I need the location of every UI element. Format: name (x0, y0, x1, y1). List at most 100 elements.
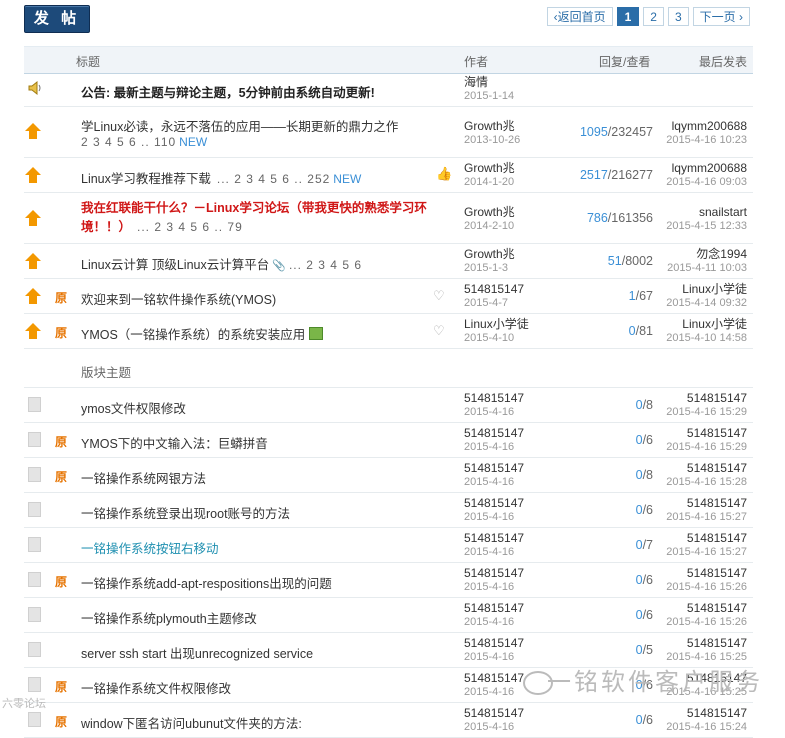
thread-title[interactable]: 一铭操作系统plymouth主题修改 (81, 608, 257, 627)
table-row[interactable]: 一铭操作系统登录出现root账号的方法 514815147 2015-4-16 0/6… (24, 493, 753, 528)
post-date: 2015-4-16 (464, 406, 515, 418)
back-home-button[interactable]: 返回首页 (546, 7, 613, 26)
page-links[interactable]: ... 2 3 4 5 6 (289, 258, 362, 272)
thread-title[interactable]: 一铭操作系统add-apt-respositions出现的问题 (81, 573, 332, 592)
table-row[interactable]: 一铭操作系统plymouth主题修改 514815147 2015-4-16 0/6 5… (24, 598, 753, 633)
last-post-date[interactable]: 2015-4-16 15:28 (666, 475, 747, 489)
last-post-date[interactable]: 2015-4-16 09:03 (666, 175, 747, 189)
author-name[interactable]: Growth兆 (464, 161, 515, 175)
last-post-user[interactable]: lqymm200688 (666, 161, 747, 175)
author-name[interactable]: Growth兆 (464, 247, 515, 261)
heart-icon[interactable]: ♡ (433, 323, 449, 338)
thread-title[interactable]: 欢迎来到一铭软件操作系统(YMOS) (81, 289, 276, 308)
table-row[interactable]: 我在红联能干什么？－Linux学习论坛（带我更快的熟悉学习环境！！）... 2 … (24, 193, 753, 244)
author-name[interactable]: 514815147 (464, 601, 524, 615)
table-row[interactable]: 学Linux必读，永远不落伍的应用——长期更新的鼎力之作 2 3 4 5 6 .… (24, 107, 753, 158)
last-post-user[interactable]: 勿念1994 (667, 247, 747, 261)
last-post-date[interactable]: 2015-4-16 15:27 (666, 510, 747, 524)
thread-title[interactable]: 学Linux必读，永远不落伍的应用——长期更新的鼎力之作 (81, 116, 398, 135)
thread-title[interactable]: ymos文件权限修改 (81, 398, 186, 417)
table-row[interactable]: 原 欢迎来到一铭软件操作系统(YMOS) ♡ 514815147 2015-4-… (24, 279, 753, 314)
page-links[interactable]: ... 2 3 4 5 6 .. 252 (217, 172, 330, 186)
last-post-date[interactable]: 2015-4-11 10:03 (667, 261, 747, 275)
last-post-user[interactable]: 514815147 (666, 496, 747, 510)
author-name[interactable]: Growth兆 (464, 205, 515, 219)
last-post-user[interactable]: 514815147 (666, 531, 747, 545)
thread-title[interactable]: 一铭操作系统文件权限修改 (81, 678, 231, 697)
author-name[interactable]: 514815147 (464, 671, 524, 685)
announcement-icon (27, 80, 43, 99)
header-title: 标题 (76, 55, 101, 69)
author-name[interactable]: 514815147 (464, 531, 524, 545)
thread-author: 海情 2015-1-14 (464, 75, 514, 103)
last-post-user[interactable]: Linux小学徒 (666, 282, 747, 296)
last-post-date[interactable]: 2015-4-16 15:29 (666, 405, 747, 419)
author-name[interactable]: Growth兆 (464, 119, 520, 133)
author-name[interactable]: 514815147 (464, 282, 524, 296)
post-button[interactable]: 发 帖 (24, 5, 90, 33)
thread-title[interactable]: server ssh start 出现unrecognized service (81, 643, 313, 662)
table-row[interactable]: 一铭操作系统按钮右移动 514815147 2015-4-16 0/7 51481514… (24, 528, 753, 563)
last-post-user[interactable]: Linux小学徒 (666, 317, 747, 331)
table-row[interactable]: 原一铭操作系统网银方法 514815147 2015-4-16 0/8 51481514… (24, 458, 753, 493)
table-row[interactable]: ymos文件权限修改 514815147 2015-4-16 0/8 514815147… (24, 388, 753, 423)
author-name[interactable]: 海情 (464, 75, 514, 89)
thread-author: 514815147 2015-4-16 (464, 566, 524, 594)
last-post-user[interactable]: 514815147 (666, 566, 747, 580)
author-name[interactable]: 514815147 (464, 636, 524, 650)
table-row[interactable]: 公告: 最新主题与辩论主题，5分钟前由系统自动更新! 海情 2015-1-14 (24, 72, 753, 107)
last-post-user[interactable]: 514815147 (666, 706, 747, 720)
last-post-date[interactable]: 2015-4-10 14:58 (666, 331, 747, 345)
author-name[interactable]: 514815147 (464, 496, 524, 510)
page-1-link[interactable]: 1 (616, 7, 640, 26)
thread-title-link[interactable]: Linux云计算 顶级Linux云计算平台 (81, 258, 269, 272)
thread-title[interactable]: 一铭操作系统按钮右移动 (81, 538, 219, 557)
table-row[interactable]: 原 YMOS（一铭操作系统）的系统安装应用 ♡ Linux小学徒 2015-4-… (24, 314, 753, 349)
page-3-link[interactable]: 3 (667, 7, 689, 26)
author-name[interactable]: 514815147 (464, 566, 524, 580)
last-post-date[interactable]: 2015-4-14 09:32 (666, 296, 747, 310)
last-post: 514815147 2015-4-16 15:27 (666, 531, 747, 559)
post-date: 2015-1-3 (464, 262, 509, 274)
thread-title[interactable]: 一铭操作系统网银方法 (81, 468, 206, 487)
author-name[interactable]: Linux小学徒 (464, 317, 529, 331)
author-name[interactable]: 514815147 (464, 426, 524, 440)
thread-title[interactable]: window下匿名访问ubunut文件夹的方法: (81, 713, 302, 732)
table-row[interactable]: Linux云计算 顶级Linux云计算平台 📎... 2 3 4 5 6 Grow… (24, 244, 753, 279)
next-page-button[interactable]: 下一页 (692, 7, 750, 26)
original-badge: 原 (55, 291, 68, 305)
last-post-date[interactable]: 2015-4-16 10:23 (666, 133, 747, 147)
author-name[interactable]: 514815147 (464, 706, 524, 720)
author-name[interactable]: 514815147 (464, 391, 524, 405)
thread-title[interactable]: 一铭操作系统登录出现root账号的方法 (81, 503, 290, 522)
last-post-date[interactable]: 2015-4-16 15:24 (666, 720, 747, 734)
last-post-date[interactable]: 2015-4-16 15:26 (666, 615, 747, 629)
thread-title-link[interactable]: YMOS（一铭操作系统）的系统安装应用 (81, 328, 305, 342)
last-post-user[interactable]: 514815147 (666, 391, 747, 405)
heart-icon[interactable]: ♡ (433, 288, 449, 303)
table-row[interactable]: 原 YMOS下的中文输入法：巨蟒拼音 514815147 2015-4-16 0/6 51… (24, 423, 753, 458)
last-post-user[interactable]: snailstart (666, 205, 747, 219)
last-post-user[interactable]: 514815147 (666, 426, 747, 440)
last-post-user[interactable]: lqymm200688 (666, 119, 747, 133)
page-2-link[interactable]: 2 (643, 7, 664, 26)
thread-title[interactable]: YMOS下的中文输入法：巨蟒拼音 (81, 433, 268, 452)
last-post-user[interactable]: 514815147 (666, 636, 747, 650)
thread-title-link[interactable]: 我在红联能干什么？－Linux学习论坛（带我更快的熟悉学习环境！！） (81, 201, 427, 234)
table-row[interactable]: 原一铭操作系统add-apt-respositions出现的问题 51481514… (24, 563, 753, 598)
last-post-date[interactable]: 2015-4-16 15:26 (666, 580, 747, 594)
table-row[interactable]: Linux学习教程推荐下载 ... 2 3 4 5 6 .. 252 NEW 👍 G… (24, 158, 753, 193)
view-count: 232457 (611, 125, 653, 139)
table-row[interactable]: 原 window下匿名访问ubunut文件夹的方法: 514815147 2015-4… (24, 703, 753, 738)
author-name[interactable]: 514815147 (464, 461, 524, 475)
thread-title-link[interactable]: Linux学习教程推荐下载 (81, 172, 211, 186)
last-post-user[interactable]: 514815147 (666, 601, 747, 615)
last-post-user[interactable]: 514815147 (666, 461, 747, 475)
page-links[interactable]: ... 2 3 4 5 6 .. 79 (137, 220, 243, 234)
thread-title[interactable]: 公告: 最新主题与辩论主题，5分钟前由系统自动更新! (81, 82, 375, 101)
last-post-date[interactable]: 2015-4-15 12:33 (666, 219, 747, 233)
last-post-date[interactable]: 2015-4-16 15:27 (666, 545, 747, 559)
page-links[interactable]: 2 3 4 5 6 .. 110 (81, 135, 176, 149)
post-date: 2015-4-7 (464, 297, 509, 309)
last-post-date[interactable]: 2015-4-16 15:29 (666, 440, 747, 454)
